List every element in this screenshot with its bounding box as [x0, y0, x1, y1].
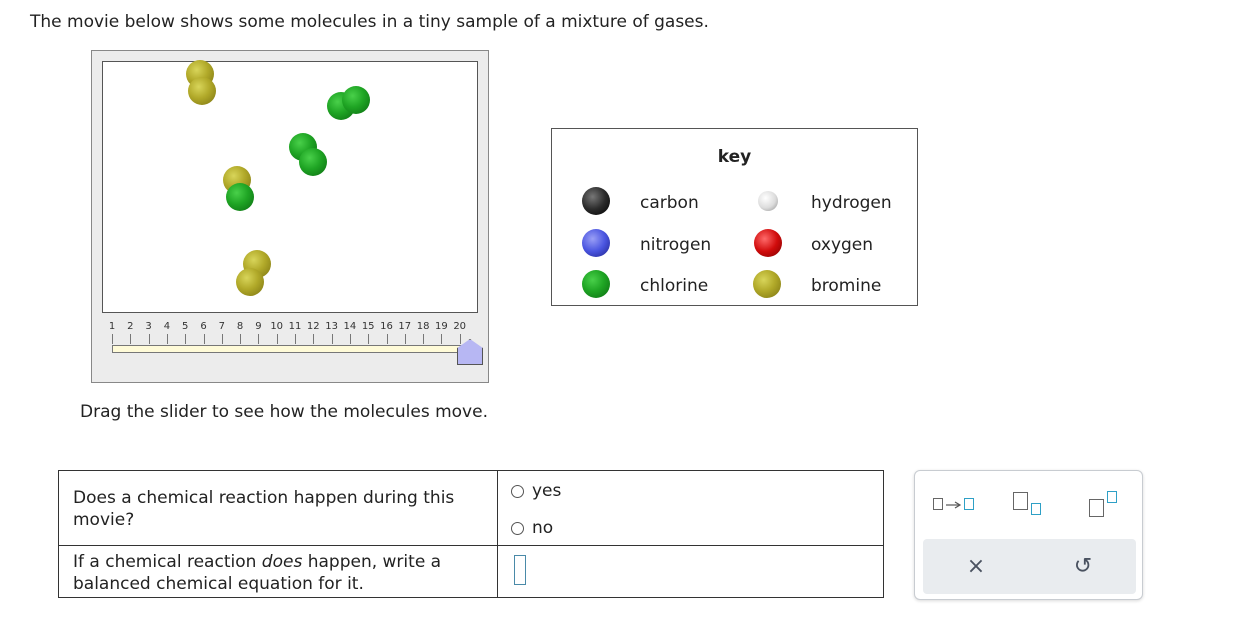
slider-tick-mark [203, 334, 205, 344]
slider-tick-label: 12 [306, 321, 320, 332]
hydrogen-swatch [758, 191, 778, 211]
clear-icon[interactable]: × [958, 551, 994, 581]
molecule-movie: 1 2 3 4 5 6 7 8 9 10 11 12 13 14 15 16 17 18 19 20 [91, 50, 489, 383]
slider-tick-mark [130, 334, 132, 344]
question-prompt: The movie below shows some molecules in … [30, 12, 709, 32]
key-label-nitrogen: nitrogen [640, 235, 712, 255]
slider-hint: Drag the slider to see how the molecules… [80, 402, 488, 422]
math-tool-palette: × ↺ [914, 470, 1143, 600]
element-key: key carbon hydrogen nitrogen oxygen chlo… [551, 128, 918, 306]
bromine-swatch [753, 270, 781, 298]
radio-yes-label: yes [532, 481, 562, 501]
slider-tick-mark [313, 334, 315, 344]
table-divider [497, 471, 498, 597]
slider-tick-label: 16 [380, 321, 393, 332]
chlorine-atom [226, 183, 254, 211]
slider-tick-mark [349, 334, 351, 344]
key-title: key [717, 147, 752, 167]
emphasis-text: does [261, 552, 303, 572]
slider-tick-label: 5 [182, 321, 189, 332]
radio-no-label: no [532, 518, 554, 538]
slider-tick-label: 15 [361, 321, 375, 332]
table-divider [59, 545, 883, 546]
subscript-template-icon[interactable] [1013, 489, 1047, 517]
slider-tick-label: 9 [255, 321, 262, 332]
slider-tick-mark [331, 334, 333, 344]
bromine-atom [236, 268, 264, 296]
slider-tick-label: 6 [200, 321, 207, 332]
radio-no[interactable]: no [511, 518, 553, 538]
slider-tick-label: 20 [453, 321, 467, 332]
slider-tick-mark [276, 334, 278, 344]
slider-tick-label: 7 [218, 321, 225, 332]
key-label-carbon: carbon [640, 193, 699, 213]
slider-tick-mark [112, 334, 113, 344]
movie-screen [102, 60, 478, 313]
slider-tick-mark [221, 334, 223, 344]
slider-tick-label: 13 [325, 321, 338, 332]
question-table: Does a chemical reaction happen during t… [58, 470, 884, 598]
slider-tick-mark [148, 334, 150, 344]
slider-tick-mark [240, 334, 242, 344]
slider-tick-mark [423, 334, 425, 344]
slider-tick-label: 19 [435, 321, 448, 332]
radio-button[interactable] [511, 521, 524, 535]
slider-tick-label: 18 [416, 321, 430, 332]
radio-button[interactable] [511, 484, 524, 498]
chlorine-swatch [582, 270, 610, 298]
placeholder-box [964, 498, 974, 510]
frame-slider-track[interactable] [112, 345, 464, 353]
question-text: If a chemical reaction [73, 552, 262, 572]
undo-icon[interactable]: ↺ [1065, 551, 1101, 581]
slider-tick-label: 1 [108, 321, 116, 332]
key-label-chlorine: chlorine [640, 276, 709, 296]
slider-tick-label: 17 [398, 321, 412, 332]
palette-action-bar: × ↺ [923, 539, 1136, 594]
chlorine-atom [342, 86, 370, 114]
slider-tick-mark [404, 334, 406, 344]
placeholder-box [1107, 491, 1117, 503]
slider-tick-mark [258, 334, 260, 344]
slider-tick-label: 10 [270, 321, 284, 332]
carbon-swatch [582, 187, 610, 215]
slider-tick-mark [185, 334, 187, 344]
slider-tick-mark [441, 334, 443, 344]
placeholder-box [1031, 503, 1041, 515]
slider-tick-label: 14 [343, 321, 357, 332]
slider-tick-mark [166, 334, 168, 344]
question-write-equation: If a chemical reaction does happen, writ… [73, 551, 483, 595]
slider-tick-mark [368, 334, 370, 344]
slider-tick-label: 11 [288, 321, 302, 332]
superscript-template-icon[interactable] [1089, 489, 1123, 517]
key-label-oxygen: oxygen [811, 235, 874, 255]
slider-tick-label: 4 [163, 321, 171, 332]
question-reaction-happen: Does a chemical reaction happen during t… [73, 488, 455, 530]
slider-tick-mark [386, 334, 388, 344]
chlorine-atom [299, 148, 327, 176]
placeholder-box [933, 498, 943, 510]
placeholder-box [1013, 492, 1028, 510]
arrow-template-icon[interactable] [933, 489, 981, 517]
nitrogen-swatch [582, 229, 610, 257]
slider-tick-label: 8 [236, 321, 244, 332]
equation-input[interactable] [514, 555, 526, 585]
slider-tick-label: 3 [145, 321, 152, 332]
placeholder-box [1089, 499, 1104, 517]
radio-yes[interactable]: yes [511, 481, 561, 501]
slider-tick-mark [459, 334, 461, 344]
oxygen-swatch [754, 229, 782, 257]
key-label-hydrogen: hydrogen [811, 193, 892, 213]
right-arrow-icon [946, 501, 962, 509]
bromine-atom [188, 77, 216, 105]
slider-tick-mark [295, 334, 296, 344]
key-label-bromine: bromine [811, 276, 882, 296]
slider-tick-label: 2 [127, 321, 134, 332]
